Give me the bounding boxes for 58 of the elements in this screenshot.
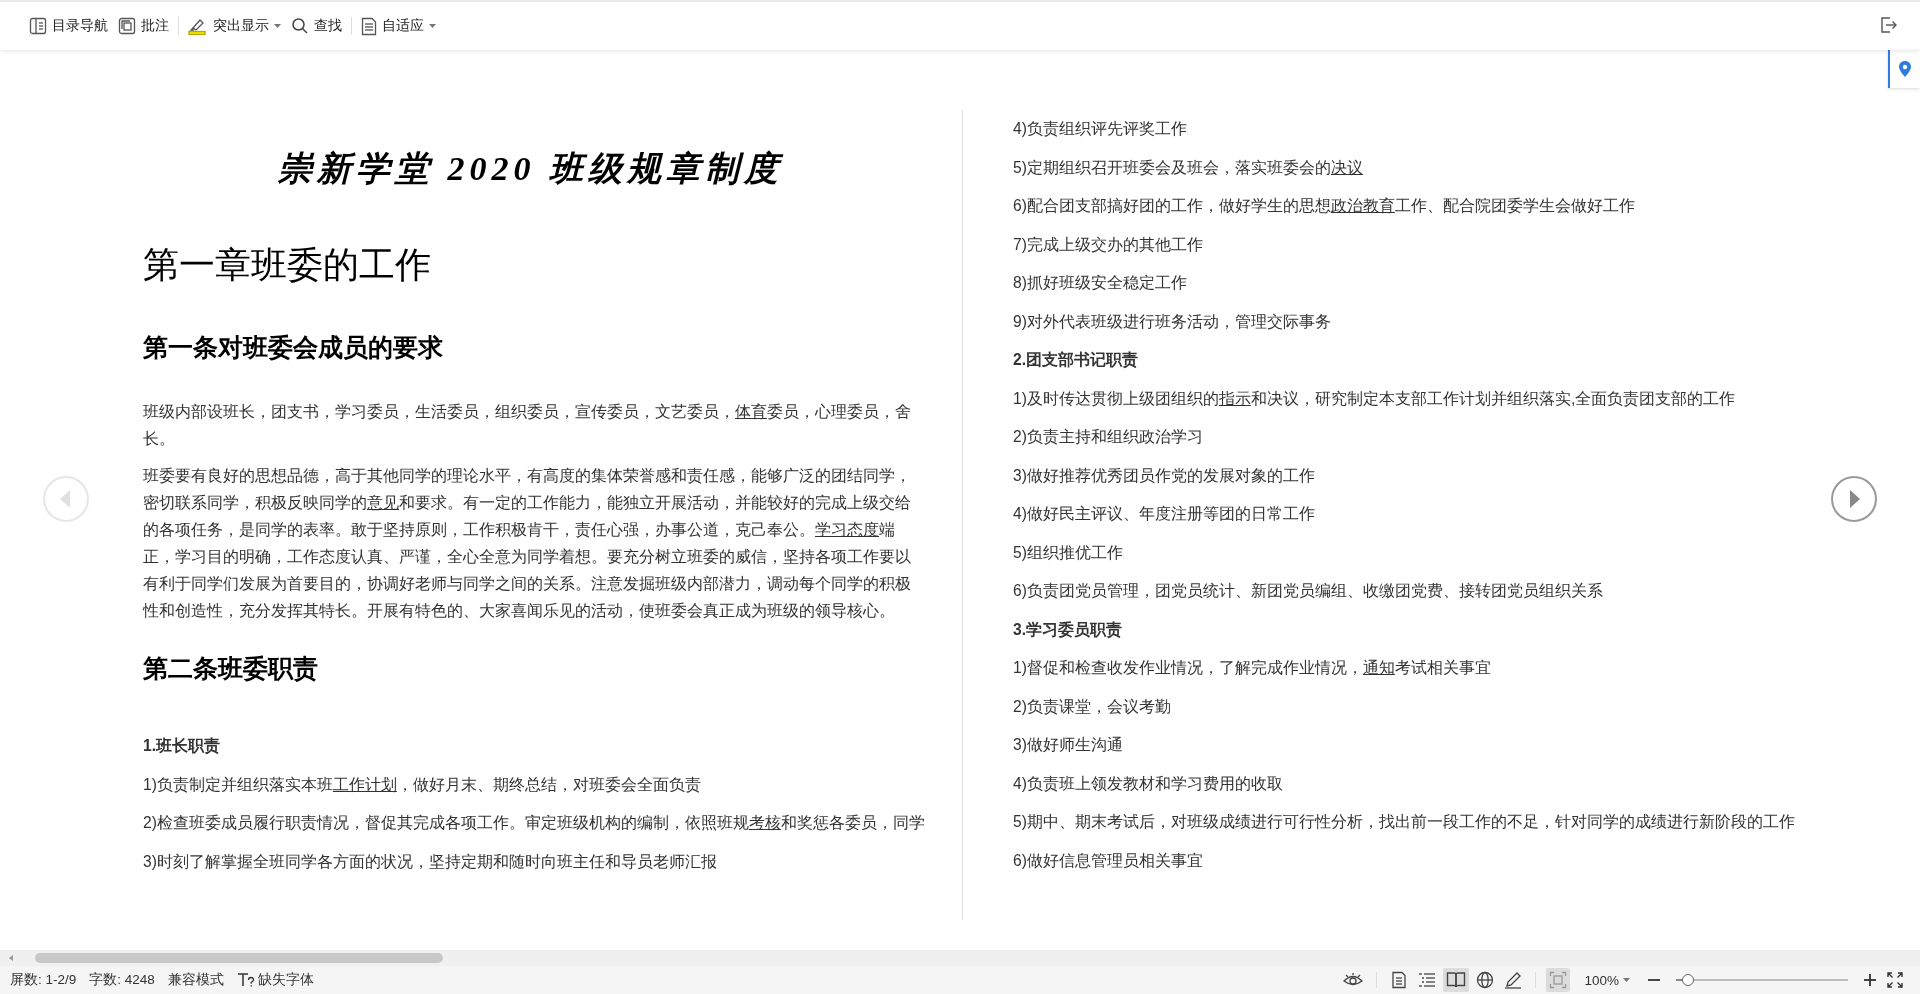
- list-item: 6)负责团党员管理，团党员统计、新团党员编组、收缴团党费、接转团党员组织关系: [1013, 581, 1603, 601]
- toolbar-button[interactable]: 查找: [286, 13, 347, 39]
- list-item: 5)定期组织召开班委会及班会，落实班委会的决议: [1013, 157, 1363, 178]
- status-text: 字数: 4248: [89, 971, 155, 989]
- list-item: 3)做好师生沟通: [1013, 735, 1123, 755]
- list-item: 6)配合团支部搞好团的工作，做好学生的思想政治教育工作、配合院团委学生会做好工作: [1013, 196, 1635, 216]
- document-icon: [361, 16, 377, 36]
- highlighter-icon: [188, 17, 208, 35]
- list-item: 2)负责课堂，会议考勤: [1013, 696, 1171, 717]
- list-item: 1)及时传达贯彻上级团组织的指示和决议，研究制定本支部工作计划并组织落实,全面负责团支部的工作: [1013, 388, 1736, 409]
- location-pin-icon: [1898, 60, 1912, 78]
- caret-icon: [1623, 978, 1630, 982]
- slider-thumb[interactable]: [1682, 974, 1695, 986]
- list-item: 3)做好推荐优秀团员作党的发展对象的工作: [1013, 465, 1315, 486]
- subsection-heading: 2.团支部书记职责: [1013, 350, 1138, 371]
- next-page-button[interactable]: [1830, 475, 1878, 523]
- toolbar-button[interactable]: 批注: [113, 13, 174, 39]
- list-item: 4)负责班上领发教材和学习费用的收取: [1013, 773, 1283, 794]
- paragraph: 班级内部设班长，团支书，学习委员，生活委员，组织委员，宣传委员，文艺委员，体育委员，心理委员，舍长。: [143, 402, 912, 449]
- paragraph: 班委要有良好的思想品德，高于其他同学的理论水平，有高度的集体荣誉感和责任感，能够广泛的团结同学，密切联系同学，积极反映同学的意见和要求。有一定的工作能力，能独立开展活动，并能较好的完成上级交给的各项任务，是同学的表率。敢于坚持原则，工作积极肯干，责任心强，办事公道，克己奉公。学习态度端正，学习目的明确，工作态度认真、严谨，全心全意为同学着想。要充分树立班委的威信，坚持各项工作要以有利于同学们发展为首要目的，协调好老师与同学之间的关系。注意发掘班级内部潜力，调动每个同学的积极性和创造性，充分发挥其特长。开展有特色的、大家喜闻乐见的活动，使班委会真正成为班级的领导核心。: [143, 466, 912, 621]
- scroll-left-icon[interactable]: [9, 955, 13, 961]
- list-item: 3)时刻了解掌握全班同学各方面的状况，坚持定期和随时向班主任和导员老师汇报: [143, 851, 717, 872]
- status-text: 屏数: 1-2/9: [10, 971, 77, 989]
- fullscreen-icon[interactable]: [1884, 969, 1906, 991]
- font-icon: [236, 972, 255, 988]
- list-item: 8)抓好班级安全稳定工作: [1013, 273, 1187, 293]
- page-outline-icon: [29, 17, 47, 35]
- section-heading: 第一条对班委会成员的要求: [143, 332, 444, 363]
- document-title: 崇新学堂 2020 班级规章制度: [278, 149, 783, 189]
- subsection-heading: 3.学习委员职责: [1013, 619, 1122, 641]
- list-item: 9)对外代表班级进行班务活动，管理交际事务: [1013, 311, 1331, 332]
- comment-icon: [118, 17, 136, 35]
- list-item: 5)组织推优工作: [1013, 542, 1123, 563]
- list-item: 1)负责制定并组织落实本班工作计划，做好月末、期终总结，对班委会全面负责: [143, 774, 701, 795]
- section-heading: 第二条班委职责: [143, 653, 319, 684]
- search-icon: [291, 17, 309, 35]
- missing-fonts-button[interactable]: 缺失字体: [236, 971, 314, 989]
- status-text: 兼容模式: [167, 971, 224, 989]
- zoom-dropdown[interactable]: 100%: [1578, 971, 1636, 989]
- subsection-heading: 1.班长职责: [143, 736, 220, 757]
- caret-icon: [274, 24, 281, 28]
- location-pin-button[interactable]: [1888, 50, 1920, 88]
- list-item: 4)做好民主评议、年度注册等团的日常工作: [1013, 504, 1315, 524]
- list-item: 7)完成上级交办的其他工作: [1013, 234, 1203, 255]
- list-item: 5)期中、期末考试后，对班级成绩进行可行性分析，找出前一段工作的不足，针对同学的成绩进行新阶段的工作: [1013, 812, 1795, 832]
- list-item: 1)督促和检查收发作业情况，了解完成作业情况，通知考试相关事宜: [1013, 658, 1491, 678]
- list-item: 2)检查班委成员履行职责情况，督促其完成各项工作。审定班级机构的编制，依照班规考核和奖惩各委员，同学: [143, 813, 925, 833]
- book-icon[interactable]: [1443, 968, 1470, 992]
- list-item: 6)做好信息管理员相关事宜: [1013, 850, 1203, 871]
- list-item: 2)负责主持和组织政治学习: [1013, 427, 1203, 447]
- toolbar-button[interactable]: 目录导航: [24, 13, 113, 39]
- toolbar-button[interactable]: 自适应: [356, 12, 441, 40]
- chapter-heading: 第一章班委的工作: [143, 244, 432, 287]
- toolbar-button[interactable]: 突出显示: [183, 13, 286, 39]
- caret-icon: [429, 24, 436, 28]
- scrollbar-thumb[interactable]: [35, 953, 443, 963]
- list-item: 4)负责组织评先评奖工作: [1013, 119, 1187, 139]
- fit-page-icon[interactable]: [1546, 968, 1571, 992]
